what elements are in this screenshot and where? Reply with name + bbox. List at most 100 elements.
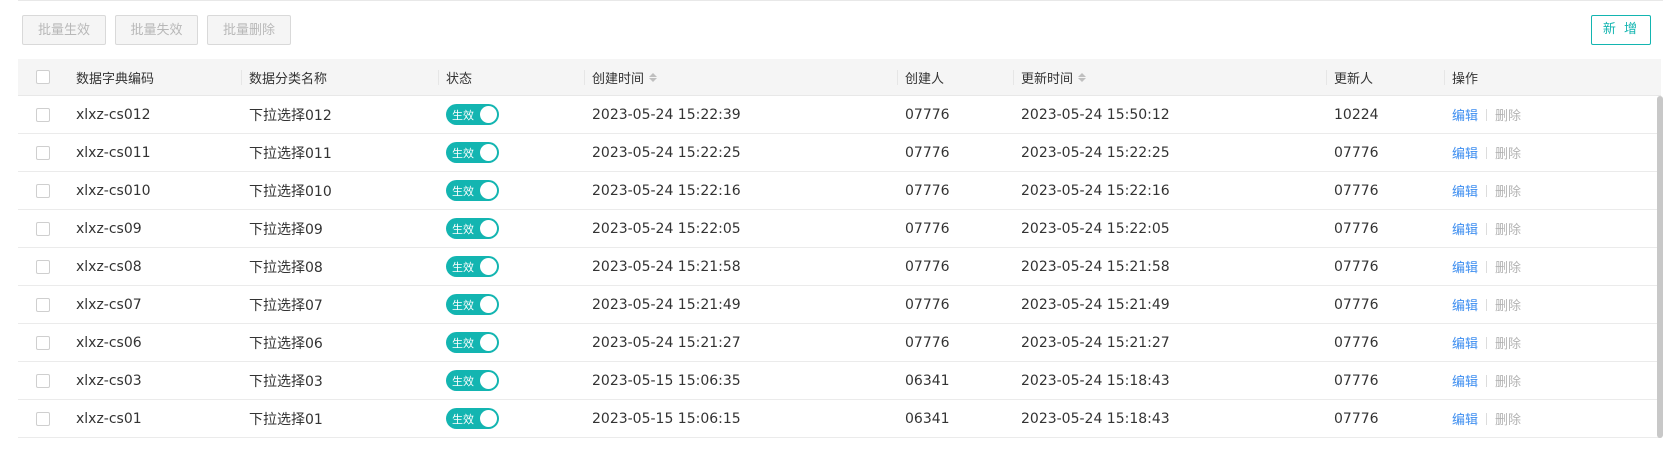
table-header: 数据字典编码 数据分类名称 状态 创建时间 创建人 更新时间 更新人 操作 — [18, 59, 1661, 96]
data-table: 数据字典编码 数据分类名称 状态 创建时间 创建人 更新时间 更新人 操作 xl… — [18, 59, 1661, 438]
status-switch-label: 生效 — [452, 222, 474, 236]
status-switch[interactable]: 生效 — [446, 370, 499, 391]
delete-link[interactable]: 删除 — [1495, 105, 1521, 124]
delete-link[interactable]: 删除 — [1495, 371, 1521, 390]
table-row: xlxz-cs011 下拉选择011 生效 2023-05-24 15:22:2… — [18, 134, 1661, 172]
switch-knob — [480, 410, 497, 427]
row-checkbox[interactable] — [36, 145, 50, 160]
table-row: xlxz-cs012 下拉选择012 生效 2023-05-24 15:22:3… — [18, 96, 1661, 134]
header-actions: 操作 — [1443, 59, 1478, 95]
status-switch[interactable]: 生效 — [446, 104, 499, 125]
status-switch[interactable]: 生效 — [446, 332, 499, 353]
batch-delete-button[interactable]: 批量删除 — [207, 15, 291, 45]
row-select-cell[interactable] — [36, 248, 50, 285]
cell-created-time: 2023-05-24 15:22:25 — [592, 144, 741, 161]
cell-name: 下拉选择09 — [249, 221, 323, 238]
switch-knob — [480, 106, 497, 123]
row-select-cell[interactable] — [36, 286, 50, 323]
status-switch[interactable]: 生效 — [446, 218, 499, 239]
cell-updated-time: 2023-05-24 15:22:05 — [1021, 220, 1170, 237]
actions-cell: 编辑 删除 — [1452, 400, 1521, 437]
switch-knob — [480, 220, 497, 237]
status-switch-label: 生效 — [452, 374, 474, 388]
vertical-scrollbar[interactable] — [1657, 96, 1663, 438]
add-button[interactable]: 新 增 — [1591, 15, 1651, 45]
status-switch[interactable]: 生效 — [446, 294, 499, 315]
row-select-cell[interactable] — [36, 96, 50, 133]
cell-creator: 06341 — [905, 372, 950, 389]
row-checkbox[interactable] — [36, 411, 50, 426]
edit-link[interactable]: 编辑 — [1452, 333, 1478, 352]
row-checkbox[interactable] — [36, 373, 50, 388]
batch-disable-button[interactable]: 批量失效 — [115, 15, 198, 45]
status-cell: 生效 — [446, 134, 499, 171]
cell-code: xlxz-cs011 — [76, 144, 151, 161]
table-row: xlxz-cs03 下拉选择03 生效 2023-05-15 15:06:35 … — [18, 362, 1661, 400]
switch-knob — [480, 334, 497, 351]
status-cell: 生效 — [446, 286, 499, 323]
cell-creator: 07776 — [905, 220, 950, 237]
status-switch[interactable]: 生效 — [446, 142, 499, 163]
batch-enable-button[interactable]: 批量生效 — [22, 15, 106, 45]
delete-link[interactable]: 删除 — [1495, 219, 1521, 238]
actions-cell: 编辑 删除 — [1452, 210, 1521, 247]
edit-link[interactable]: 编辑 — [1452, 105, 1478, 124]
select-all-cell[interactable] — [36, 59, 50, 95]
row-checkbox[interactable] — [36, 183, 50, 198]
status-switch[interactable]: 生效 — [446, 180, 499, 201]
row-checkbox[interactable] — [36, 259, 50, 274]
cell-code: xlxz-cs07 — [76, 296, 142, 313]
row-checkbox[interactable] — [36, 297, 50, 312]
status-cell: 生效 — [446, 248, 499, 285]
action-divider — [1486, 412, 1488, 425]
actions-cell: 编辑 删除 — [1452, 362, 1521, 399]
status-switch[interactable]: 生效 — [446, 408, 499, 429]
row-select-cell[interactable] — [36, 172, 50, 209]
delete-link[interactable]: 删除 — [1495, 409, 1521, 428]
delete-link[interactable]: 删除 — [1495, 295, 1521, 314]
cell-code: xlxz-cs012 — [76, 106, 151, 123]
edit-link[interactable]: 编辑 — [1452, 219, 1478, 238]
sort-icon[interactable] — [1078, 72, 1087, 82]
cell-updated-time: 2023-05-24 15:18:43 — [1021, 372, 1170, 389]
status-cell: 生效 — [446, 362, 499, 399]
header-created-time[interactable]: 创建时间 — [583, 59, 658, 95]
row-select-cell[interactable] — [36, 362, 50, 399]
cell-created-time: 2023-05-24 15:22:05 — [592, 220, 741, 237]
delete-link[interactable]: 删除 — [1495, 143, 1521, 162]
cell-updater: 07776 — [1334, 372, 1379, 389]
action-divider — [1486, 146, 1488, 159]
edit-link[interactable]: 编辑 — [1452, 371, 1478, 390]
cell-name: 下拉选择07 — [249, 297, 323, 314]
header-name: 数据分类名称 — [240, 59, 327, 95]
table-body: xlxz-cs012 下拉选择012 生效 2023-05-24 15:22:3… — [18, 96, 1661, 438]
row-checkbox[interactable] — [36, 221, 50, 236]
cell-creator: 06341 — [905, 410, 950, 427]
header-updater: 更新人 — [1325, 59, 1373, 95]
status-switch[interactable]: 生效 — [446, 256, 499, 277]
delete-link[interactable]: 删除 — [1495, 181, 1521, 200]
action-divider — [1486, 374, 1488, 387]
status-switch-label: 生效 — [452, 184, 474, 198]
cell-updater: 07776 — [1334, 296, 1379, 313]
cell-updater: 07776 — [1334, 410, 1379, 427]
row-select-cell[interactable] — [36, 324, 50, 361]
sort-icon[interactable] — [649, 72, 658, 82]
edit-link[interactable]: 编辑 — [1452, 257, 1478, 276]
edit-link[interactable]: 编辑 — [1452, 143, 1478, 162]
select-all-checkbox[interactable] — [36, 70, 50, 84]
row-select-cell[interactable] — [36, 210, 50, 247]
table-row: xlxz-cs09 下拉选择09 生效 2023-05-24 15:22:05 … — [18, 210, 1661, 248]
header-updated-time[interactable]: 更新时间 — [1012, 59, 1087, 95]
cell-created-time: 2023-05-24 15:21:49 — [592, 296, 741, 313]
row-select-cell[interactable] — [36, 134, 50, 171]
delete-link[interactable]: 删除 — [1495, 333, 1521, 352]
row-select-cell[interactable] — [36, 400, 50, 437]
edit-link[interactable]: 编辑 — [1452, 409, 1478, 428]
row-checkbox[interactable] — [36, 335, 50, 350]
switch-knob — [480, 258, 497, 275]
edit-link[interactable]: 编辑 — [1452, 295, 1478, 314]
delete-link[interactable]: 删除 — [1495, 257, 1521, 276]
row-checkbox[interactable] — [36, 107, 50, 122]
edit-link[interactable]: 编辑 — [1452, 181, 1478, 200]
